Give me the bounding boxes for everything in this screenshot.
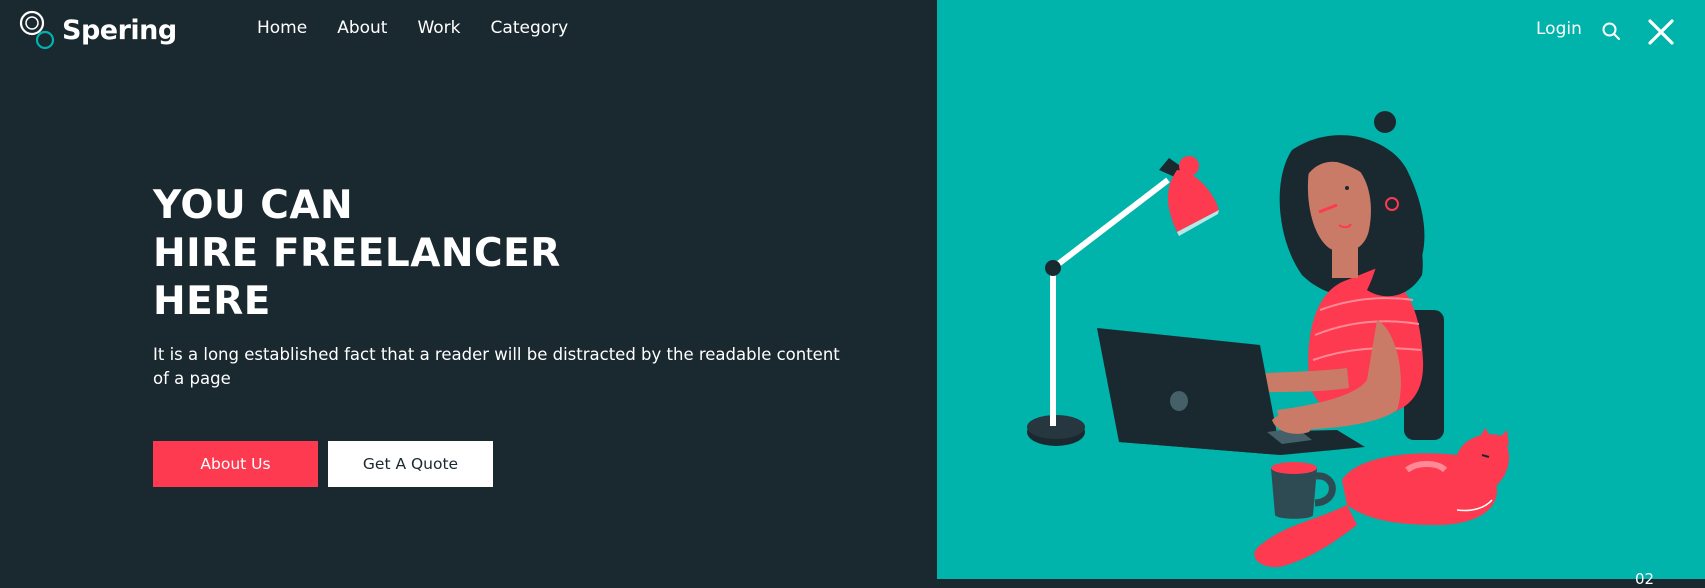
hero-title-line: HIRE FREELANCER xyxy=(153,231,561,276)
freelancer-illustration xyxy=(1027,111,1509,568)
hero-title-line: YOU CAN xyxy=(153,183,354,228)
get-a-quote-button[interactable]: Get A Quote xyxy=(328,441,493,487)
hero-illustration-panel: Login xyxy=(937,0,1705,579)
nav-item-home[interactable]: Home xyxy=(257,18,307,38)
nav-item-about[interactable]: About xyxy=(337,18,387,38)
main-nav: Home About Work Category xyxy=(257,18,598,38)
hero-title-line: HERE xyxy=(153,279,271,324)
hero-description: It is a long established fact that a rea… xyxy=(153,345,840,388)
brand-name: Spering xyxy=(62,14,177,46)
nav-item-category[interactable]: Category xyxy=(491,18,569,38)
close-icon[interactable] xyxy=(1646,17,1676,47)
login-link[interactable]: Login xyxy=(1536,19,1582,39)
about-us-button[interactable]: About Us xyxy=(153,441,318,487)
brand-logo[interactable]: Spering xyxy=(18,8,177,52)
hero-left-panel: Spering Home About Work Category YOU CAN… xyxy=(0,0,937,579)
logo-rings-icon xyxy=(19,10,55,50)
nav-item-work[interactable]: Work xyxy=(417,18,460,38)
search-icon[interactable] xyxy=(1601,21,1621,41)
slide-number: 02 xyxy=(1635,570,1655,588)
hero-title: YOU CAN HIRE FREELANCER HERE xyxy=(153,182,561,326)
